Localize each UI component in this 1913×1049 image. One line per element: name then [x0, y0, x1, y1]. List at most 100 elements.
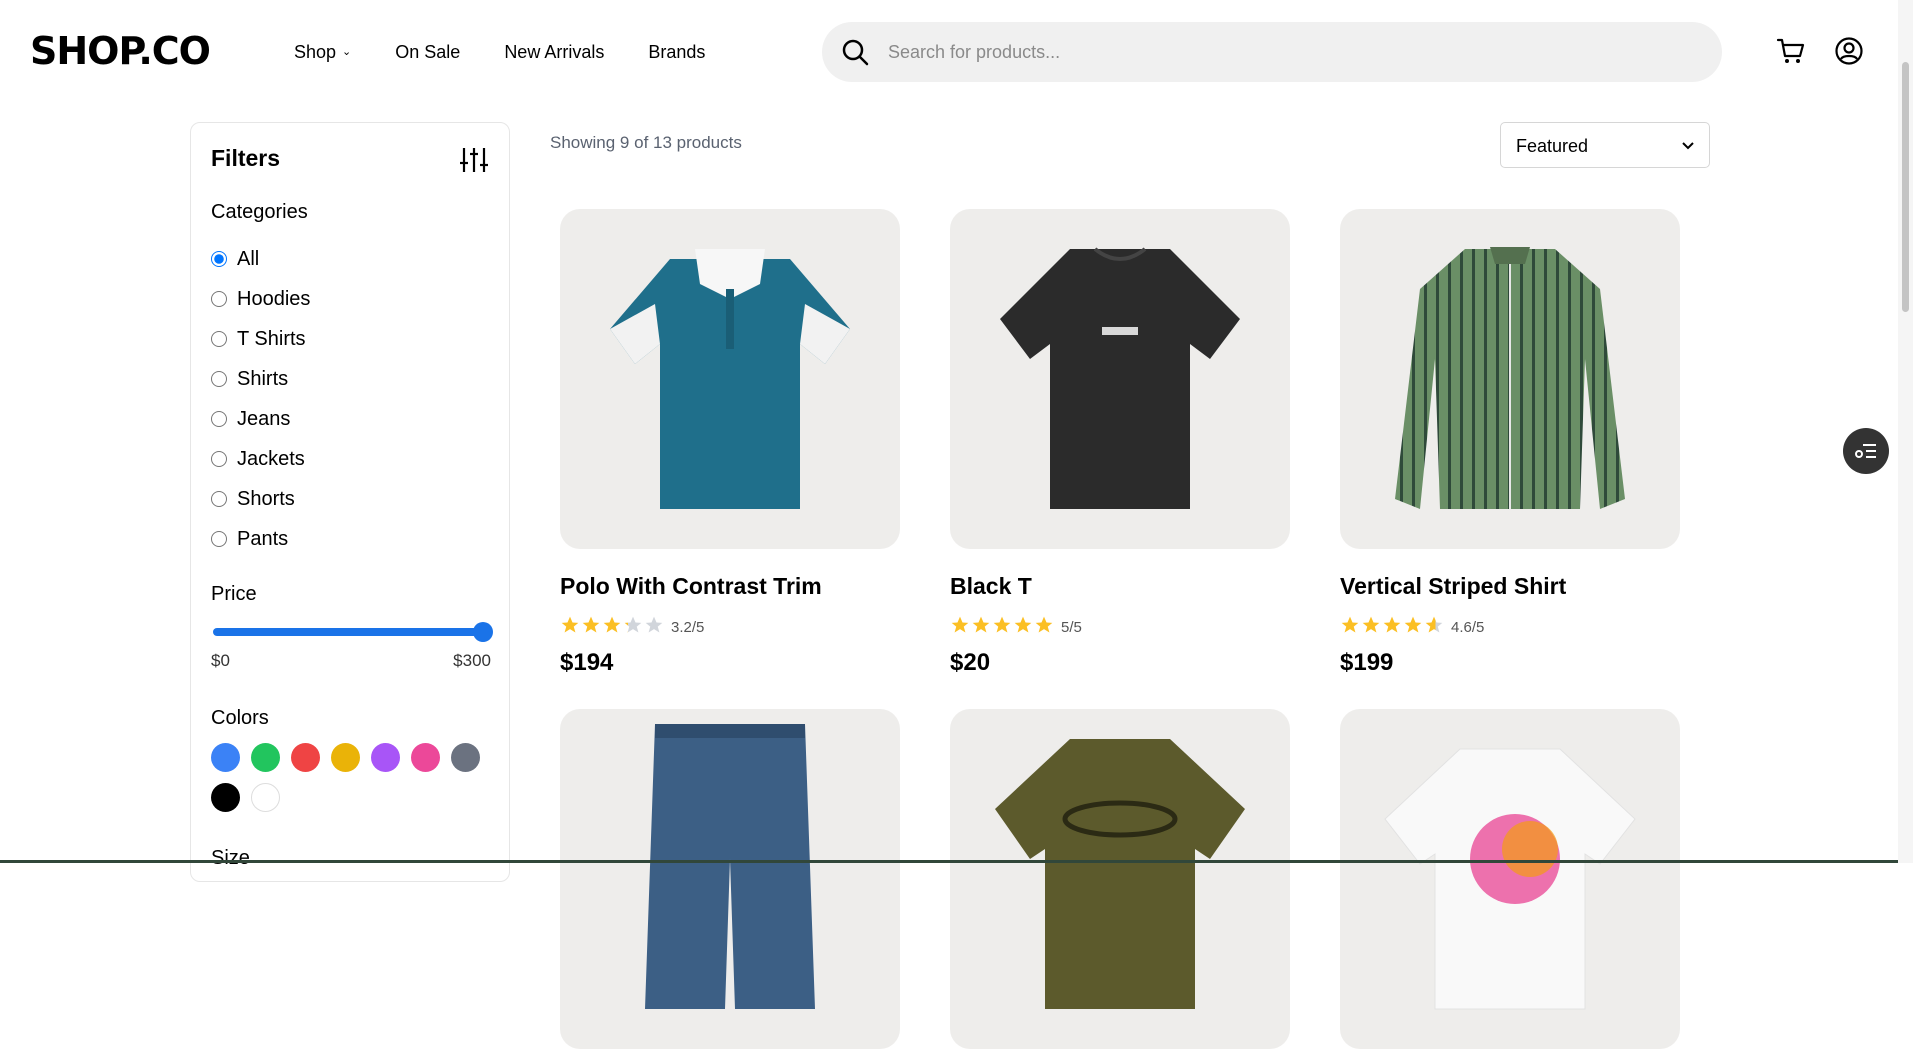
color-swatch[interactable] [211, 783, 240, 812]
product-image[interactable] [560, 709, 900, 1049]
product-card[interactable] [560, 709, 900, 1049]
star-icon [1013, 615, 1033, 640]
page-scrollbar[interactable] [1898, 0, 1913, 863]
chevron-down-icon [1682, 142, 1694, 150]
cart-icon[interactable] [1776, 36, 1808, 68]
colors-title: Colors [211, 707, 269, 729]
rating-value: 3.2/5 [671, 619, 705, 636]
color-swatch[interactable] [211, 743, 240, 772]
product-card[interactable]: Vertical Striped Shirt 4.6/5 $199 [1340, 209, 1680, 676]
color-swatch[interactable] [331, 743, 360, 772]
rating-stars [950, 615, 1055, 640]
white-graphic-tshirt-image [1384, 748, 1636, 1010]
user-icon[interactable] [1834, 36, 1866, 68]
category-radio[interactable] [211, 531, 227, 547]
color-swatch[interactable] [371, 743, 400, 772]
star-icon [1361, 615, 1381, 640]
product-card[interactable]: Black T 5/5 $20 [950, 209, 1290, 676]
search-input[interactable] [886, 22, 1686, 82]
product-price: $194 [560, 649, 614, 676]
rating-value: 5/5 [1061, 619, 1082, 636]
site-logo[interactable]: SHOP.CO [30, 26, 211, 76]
nav-on-sale-label: On Sale [395, 42, 461, 62]
categories-title: Categories [211, 201, 308, 223]
color-swatch[interactable] [291, 743, 320, 772]
category-label: Hoodies [237, 287, 311, 310]
nav-shop[interactable]: Shop ⌄ [294, 39, 351, 65]
price-title: Price [211, 583, 257, 605]
category-shirts[interactable]: Shirts [211, 359, 310, 399]
color-swatch[interactable] [451, 743, 480, 772]
star-icon [1382, 615, 1402, 640]
star-icon [623, 615, 643, 640]
product-rating: 3.2/5 [560, 615, 704, 640]
category-label: Shirts [237, 367, 289, 390]
color-swatch[interactable] [251, 783, 280, 812]
search-icon [842, 39, 869, 66]
rating-value: 4.6/5 [1451, 619, 1485, 636]
product-name[interactable]: Polo With Contrast Trim [560, 573, 822, 600]
star-icon [602, 615, 622, 640]
category-shorts[interactable]: Shorts [211, 479, 310, 519]
product-image[interactable] [1340, 209, 1680, 549]
category-hoodies[interactable]: Hoodies [211, 279, 310, 319]
chevron-down-icon: ⌄ [342, 46, 352, 58]
star-icon [560, 615, 580, 640]
color-swatch[interactable] [411, 743, 440, 772]
star-icon [644, 615, 664, 640]
category-label: T Shirts [237, 327, 306, 350]
nav-new-arrivals[interactable]: New Arrivals [504, 39, 604, 65]
price-slider-handle[interactable] [473, 622, 493, 642]
nav-shop-label: Shop [294, 42, 337, 62]
product-image[interactable] [1340, 709, 1680, 1049]
price-min-label: $0 [211, 651, 230, 670]
olive-tshirt-image [995, 739, 1245, 1009]
scrollbar-thumb[interactable] [1902, 62, 1909, 312]
floating-tools-button[interactable] [1843, 428, 1889, 474]
nav-on-sale[interactable]: On Sale [395, 39, 460, 65]
category-t-shirts[interactable]: T Shirts [211, 319, 310, 359]
product-image[interactable] [950, 209, 1290, 549]
product-price: $20 [950, 649, 991, 676]
category-label: All [237, 247, 260, 270]
category-label: Shorts [237, 487, 295, 510]
price-slider-track [213, 628, 483, 636]
category-jeans[interactable]: Jeans [211, 399, 310, 439]
site-header: SHOP.CO Shop ⌄ On Sale New Arrivals Brand… [0, 0, 1898, 104]
product-price: $199 [1340, 649, 1394, 676]
search-bar [822, 22, 1722, 82]
color-swatch[interactable] [251, 743, 280, 772]
product-card[interactable] [950, 709, 1290, 1049]
sort-select[interactable]: Featured [1500, 122, 1710, 168]
main-nav: Shop ⌄ On Sale New Arrivals Brands [294, 39, 749, 65]
category-radio[interactable] [211, 451, 227, 467]
results-count: Showing 9 of 13 products [550, 133, 742, 152]
category-label: Jackets [237, 447, 305, 470]
product-image[interactable] [560, 209, 900, 549]
product-card[interactable]: Polo With Contrast Trim 3.2/5 $194 [560, 209, 900, 676]
category-jackets[interactable]: Jackets [211, 439, 310, 479]
nav-brands[interactable]: Brands [648, 39, 705, 65]
star-icon [992, 615, 1012, 640]
category-radio[interactable] [211, 411, 227, 427]
category-radio[interactable] [211, 491, 227, 507]
star-icon [950, 615, 970, 640]
category-list: All Hoodies T Shirts Shirts Jeans Jacket… [211, 239, 310, 559]
rating-stars [560, 615, 665, 640]
star-icon [581, 615, 601, 640]
category-radio[interactable] [211, 251, 227, 267]
product-card[interactable] [1340, 709, 1680, 1049]
category-radio[interactable] [211, 331, 227, 347]
rating-stars [1340, 615, 1445, 640]
category-radio[interactable] [211, 371, 227, 387]
product-name[interactable]: Black T [950, 573, 1032, 600]
category-radio[interactable] [211, 291, 227, 307]
price-slider[interactable] [213, 621, 493, 642]
size-title: Size [211, 847, 250, 869]
product-name[interactable]: Vertical Striped Shirt [1340, 573, 1566, 600]
product-image[interactable] [950, 709, 1290, 1049]
sliders-icon[interactable] [459, 145, 489, 175]
category-label: Jeans [237, 407, 291, 430]
category-pants[interactable]: Pants [211, 519, 310, 559]
category-all[interactable]: All [211, 239, 310, 279]
